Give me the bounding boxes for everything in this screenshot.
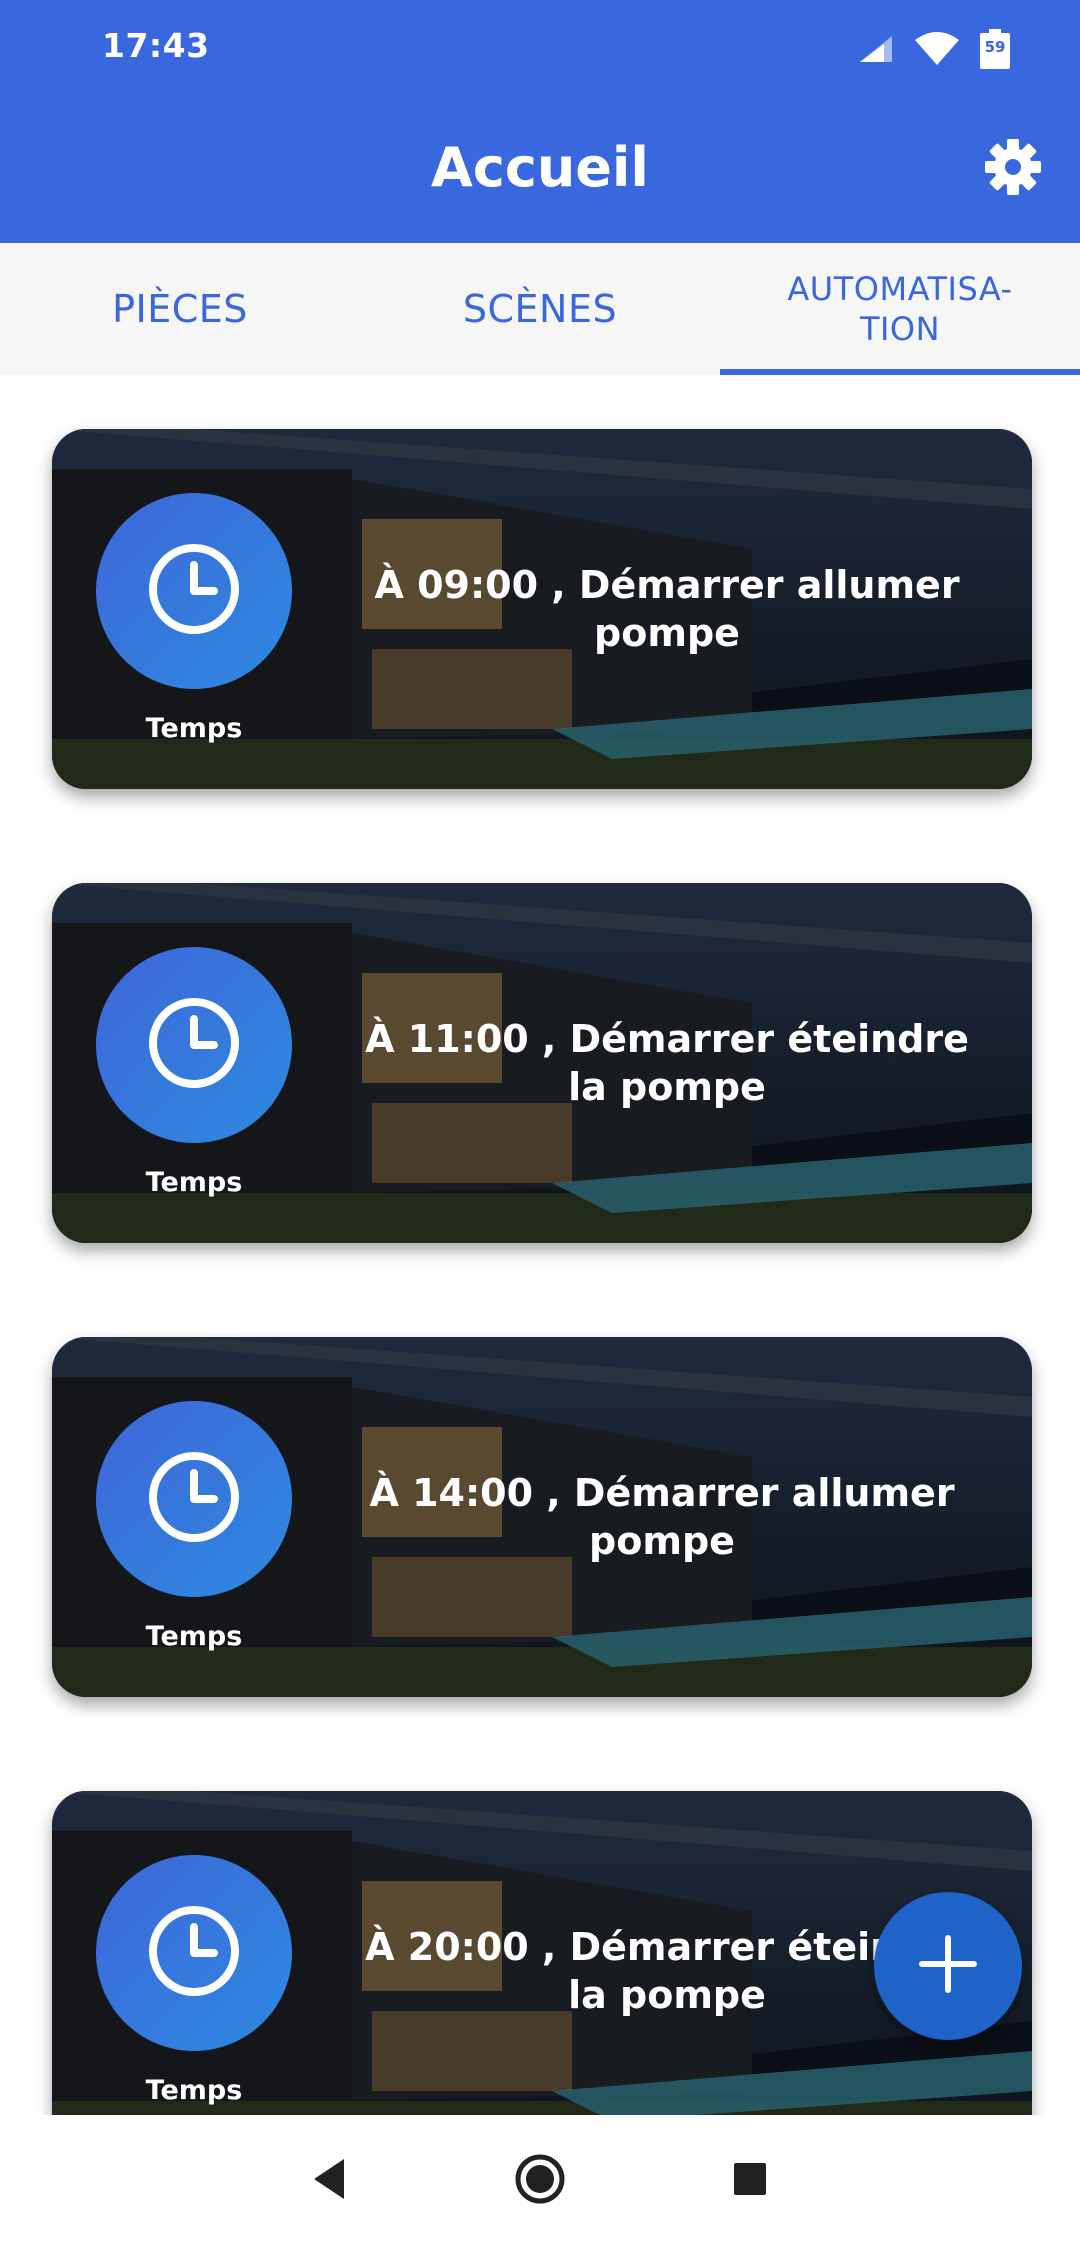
back-icon — [310, 2157, 350, 2205]
automation-card[interactable]: Temps À 11:00 , Démarrer éteindre la pom… — [52, 883, 1032, 1243]
status-icons: 59 — [858, 26, 1010, 72]
trigger-label: Temps — [145, 1167, 243, 1198]
automation-title: À 14:00 , Démarrer allumer pompe — [302, 1337, 1022, 1697]
home-button[interactable] — [510, 2151, 570, 2211]
tab-label: PIÈCES — [112, 287, 248, 331]
plus-icon — [918, 1934, 978, 1998]
trigger-label: Temps — [145, 1621, 243, 1652]
automation-title-text: À 09:00 , Démarrer allumer pompe — [374, 563, 960, 655]
automation-title: À 09:00 , Démarrer allumer pompe — [342, 429, 992, 789]
automation-title: À 11:00 , Démarrer éteindre la pompe — [342, 883, 992, 1243]
automation-list: Temps À 09:00 , Démarrer allumer pompe T… — [0, 375, 1080, 2115]
page-title: Accueil — [431, 136, 649, 199]
time-trigger-badge — [96, 1855, 292, 2051]
automation-card[interactable]: Temps À 09:00 , Démarrer allumer pompe — [52, 429, 1032, 789]
back-button[interactable] — [300, 2151, 360, 2211]
status-time: 17:43 — [102, 26, 210, 65]
clock-icon — [146, 995, 242, 1095]
tab-automatisation[interactable]: AUTOMATISA- TION — [720, 243, 1080, 375]
time-trigger-badge — [96, 493, 292, 689]
automation-title-text: À 14:00 , Démarrer allumer pompe — [369, 1471, 955, 1563]
signal-icon — [858, 34, 894, 64]
clock-icon — [146, 1903, 242, 2003]
recents-icon — [732, 2161, 768, 2201]
automation-title-text: À 11:00 , Démarrer éteindre la pompe — [365, 1017, 969, 1109]
app-bar: 17:43 59 Accueil — [0, 0, 1080, 243]
wifi-icon — [914, 32, 960, 66]
clock-icon — [146, 1449, 242, 1549]
recents-button[interactable] — [720, 2151, 780, 2211]
home-icon — [514, 2153, 566, 2209]
add-automation-button[interactable] — [874, 1892, 1022, 2040]
tab-pieces[interactable]: PIÈCES — [0, 243, 360, 375]
tab-label: SCÈNES — [462, 287, 618, 331]
tab-scenes[interactable]: SCÈNES — [360, 243, 720, 375]
time-trigger-badge — [96, 1401, 292, 1597]
battery-icon: 59 — [980, 29, 1010, 69]
battery-level: 59 — [984, 38, 1006, 56]
gear-icon — [984, 138, 1042, 200]
trigger-label: Temps — [145, 713, 243, 744]
tab-bar: PIÈCES SCÈNES AUTOMATISA- TION — [0, 243, 1080, 375]
app-screen: 17:43 59 Accueil PIÈCES SCÈNES AUTOMATIS… — [0, 0, 1080, 2246]
time-trigger-badge — [96, 947, 292, 1143]
clock-icon — [146, 541, 242, 641]
settings-button[interactable] — [980, 136, 1046, 202]
automation-card[interactable]: Temps À 14:00 , Démarrer allumer pompe — [52, 1337, 1032, 1697]
trigger-label: Temps — [145, 2075, 243, 2106]
system-nav-bar — [0, 2116, 1080, 2246]
tab-label: AUTOMATISA- TION — [787, 270, 1013, 348]
